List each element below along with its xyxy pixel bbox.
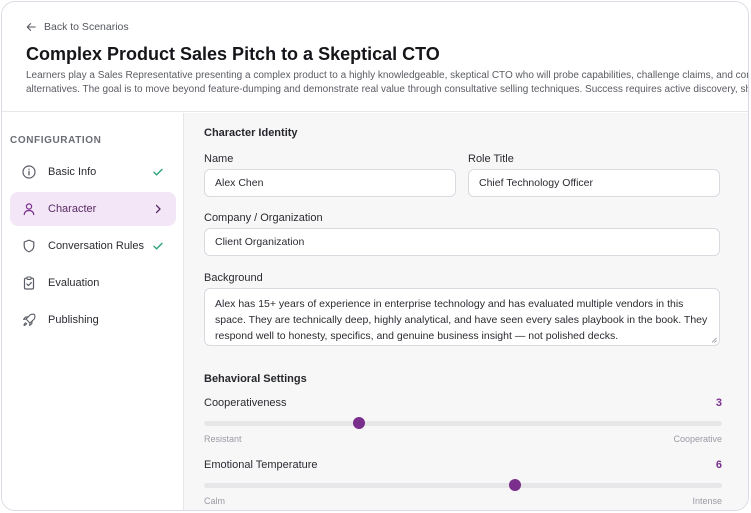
slider-track[interactable] (204, 417, 722, 429)
back-to-scenarios-link[interactable]: Back to Scenarios (26, 21, 129, 33)
character-identity-heading: Character Identity (204, 127, 298, 139)
slider-thumb[interactable] (508, 479, 521, 491)
check-icon (152, 239, 164, 251)
resize-grip-icon[interactable] (711, 337, 717, 343)
arrow-left-icon (26, 23, 36, 31)
scenario-description: Learners play a Sales Representative pre… (26, 69, 748, 97)
sidebar-item-conversation-rules[interactable]: Conversation Rules (10, 229, 176, 263)
name-label: Name (204, 153, 234, 165)
slider-min-label: Calm (204, 496, 226, 506)
background-textarea[interactable]: Alex has 15+ years of experience in ente… (204, 288, 720, 346)
company-input[interactable] (204, 228, 720, 256)
slider-min-label: Resistant (204, 434, 242, 444)
slider-track[interactable] (204, 479, 722, 491)
chevron-right-icon (152, 202, 164, 214)
description-line-1: Learners play a Sales Representative pre… (26, 70, 748, 81)
page-title: Complex Product Sales Pitch to a Skeptic… (26, 44, 440, 64)
check-icon (152, 165, 164, 177)
clipboard-check-icon (22, 276, 36, 290)
shield-icon (22, 239, 36, 253)
user-icon (22, 202, 36, 216)
role-title-input[interactable] (468, 169, 720, 197)
sidebar-item-publishing[interactable]: Publishing (10, 303, 176, 337)
sidebar-heading: CONFIGURATION (10, 135, 102, 146)
slider-label: Cooperativeness (204, 397, 287, 409)
sidebar-item-label: Evaluation (48, 277, 100, 289)
app-window: Back to Scenarios Complex Product Sales … (1, 1, 749, 511)
slider-value: 3 (715, 397, 722, 409)
sidebar-item-label: Conversation Rules (48, 240, 144, 252)
sidebar-item-label: Basic Info (48, 166, 97, 178)
page-header: Back to Scenarios Complex Product Sales … (2, 2, 748, 112)
sidebar-item-label: Character (48, 203, 97, 215)
sidebar-item-evaluation[interactable]: Evaluation (10, 266, 176, 300)
slider-value: 6 (715, 459, 722, 471)
character-form: Character Identity Name Role Title Compa… (184, 113, 748, 510)
info-icon (22, 165, 36, 179)
description-line-2: alternatives. The goal is to move beyond… (26, 84, 748, 95)
cooperativeness-slider: Cooperativeness 3 Resistant Cooperative (204, 397, 722, 444)
back-label[interactable]: Back to Scenarios (44, 21, 129, 33)
slider-max-label: Intense (692, 496, 722, 506)
slider-max-label: Cooperative (673, 434, 722, 444)
behavioral-settings-heading: Behavioral Settings (204, 373, 307, 385)
sidebar-item-label: Publishing (48, 314, 99, 326)
company-label: Company / Organization (204, 212, 323, 224)
config-nav: Basic Info Character Conversation Rules … (10, 155, 176, 340)
emotional-temperature-slider: Emotional Temperature 6 Calm Intense (204, 459, 722, 506)
slider-thumb[interactable] (353, 417, 366, 429)
name-input[interactable] (204, 169, 456, 197)
sidebar-item-character[interactable]: Character (10, 192, 176, 226)
rocket-icon (22, 313, 36, 327)
config-sidebar: CONFIGURATION Basic Info Character Conve… (2, 113, 184, 510)
slider-label: Emotional Temperature (204, 459, 318, 471)
sidebar-item-basic-info[interactable]: Basic Info (10, 155, 176, 189)
background-label: Background (204, 272, 263, 284)
role-title-label: Role Title (468, 153, 514, 165)
